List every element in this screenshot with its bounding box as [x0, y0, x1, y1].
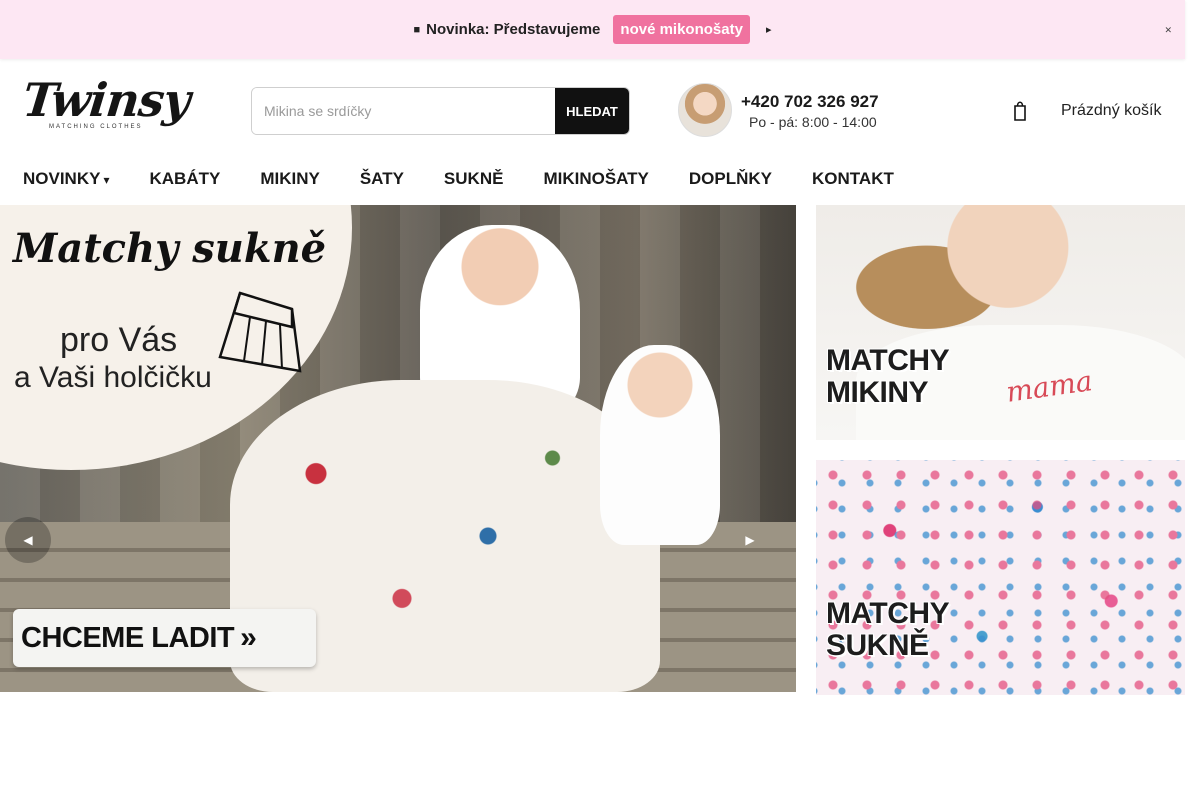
hero-cta-button[interactable]: CHCEME LADIT »	[13, 609, 316, 667]
announcement-text: Novinka: Představujeme	[426, 21, 601, 38]
contact-phone[interactable]: +420 702 326 927	[741, 92, 879, 112]
cart-icon[interactable]	[1013, 99, 1027, 121]
chevron-right-icon: ▶	[745, 533, 755, 547]
slider-next-button[interactable]: ▶	[727, 517, 773, 563]
skirt-illustration-icon	[218, 291, 302, 373]
announcement-link[interactable]: nové mikonošaty	[613, 15, 750, 44]
double-chevron-right-icon: »	[240, 621, 257, 654]
site-logo[interactable]: Twinsy MATCHING CLOTHES	[20, 73, 193, 140]
arrow-right-icon[interactable]: ▸	[766, 23, 772, 36]
chevron-left-icon: ◀	[23, 533, 33, 547]
banner-label-line1: MATCHY	[826, 597, 950, 630]
gift-icon: ■	[413, 23, 421, 36]
banner-label-line2: SUKNĚ	[826, 629, 929, 662]
banner-label: MATCHY MIKINY	[826, 344, 950, 409]
nav-item-novinky[interactable]: NOVINKY ▾	[23, 169, 110, 189]
nav-item-sukne[interactable]: SUKNĚ	[444, 169, 504, 189]
hero-photo-child	[600, 345, 720, 545]
search-form: HLEDAT	[251, 87, 630, 135]
slider-prev-button[interactable]: ◀	[5, 517, 51, 563]
hero-slider[interactable]: Matchy sukně pro Vás a Vaši holčičku CHC…	[0, 205, 796, 692]
avatar	[678, 83, 732, 137]
banner-label: MATCHY SUKNĚ	[826, 597, 950, 662]
announcement-content: ■ Novinka: Představujeme nové mikonošaty…	[413, 15, 772, 44]
nav-item-kabaty[interactable]: KABÁTY	[150, 169, 221, 189]
search-input[interactable]	[252, 88, 555, 134]
banner-label-line1: MATCHY	[826, 344, 950, 377]
search-button[interactable]: HLEDAT	[555, 88, 629, 134]
nav-item-doplnky[interactable]: DOPLŇKY	[689, 169, 772, 189]
nav-item-saty[interactable]: ŠATY	[360, 169, 404, 189]
banner-label-line2: MIKINY	[826, 376, 929, 409]
chevron-down-icon: ▾	[103, 173, 110, 187]
hero-subtitle-line2: a Vaši holčičku	[14, 361, 212, 394]
cart-label[interactable]: Prázdný košík	[1061, 102, 1161, 120]
nav-item-mikiny[interactable]: MIKINY	[260, 169, 320, 189]
logo-text: Twinsy	[20, 73, 193, 127]
nav-item-kontakt[interactable]: KONTAKT	[812, 169, 894, 189]
contact-hours: Po - pá: 8:00 - 14:00	[749, 114, 877, 130]
hero-title: Matchy sukně	[13, 225, 327, 272]
announcement-bar: ■ Novinka: Představujeme nové mikonošaty…	[0, 0, 1185, 59]
nav-item-label: NOVINKY	[23, 169, 101, 188]
nav-item-mikinosaty[interactable]: MIKINOŠATY	[543, 169, 648, 189]
close-icon[interactable]: ✕	[1164, 25, 1172, 36]
hero-cta-label: CHCEME LADIT	[21, 621, 235, 654]
banner-matchy-mikiny[interactable]: mama MATCHY MIKINY	[816, 205, 1185, 440]
banner-matchy-sukne[interactable]: MATCHY SUKNĚ	[816, 460, 1185, 695]
main-nav: NOVINKY ▾ KABÁTY MIKINY ŠATY SUKNĚ MIKINO…	[23, 169, 934, 189]
hero-subtitle-line1: pro Vás	[60, 321, 178, 359]
